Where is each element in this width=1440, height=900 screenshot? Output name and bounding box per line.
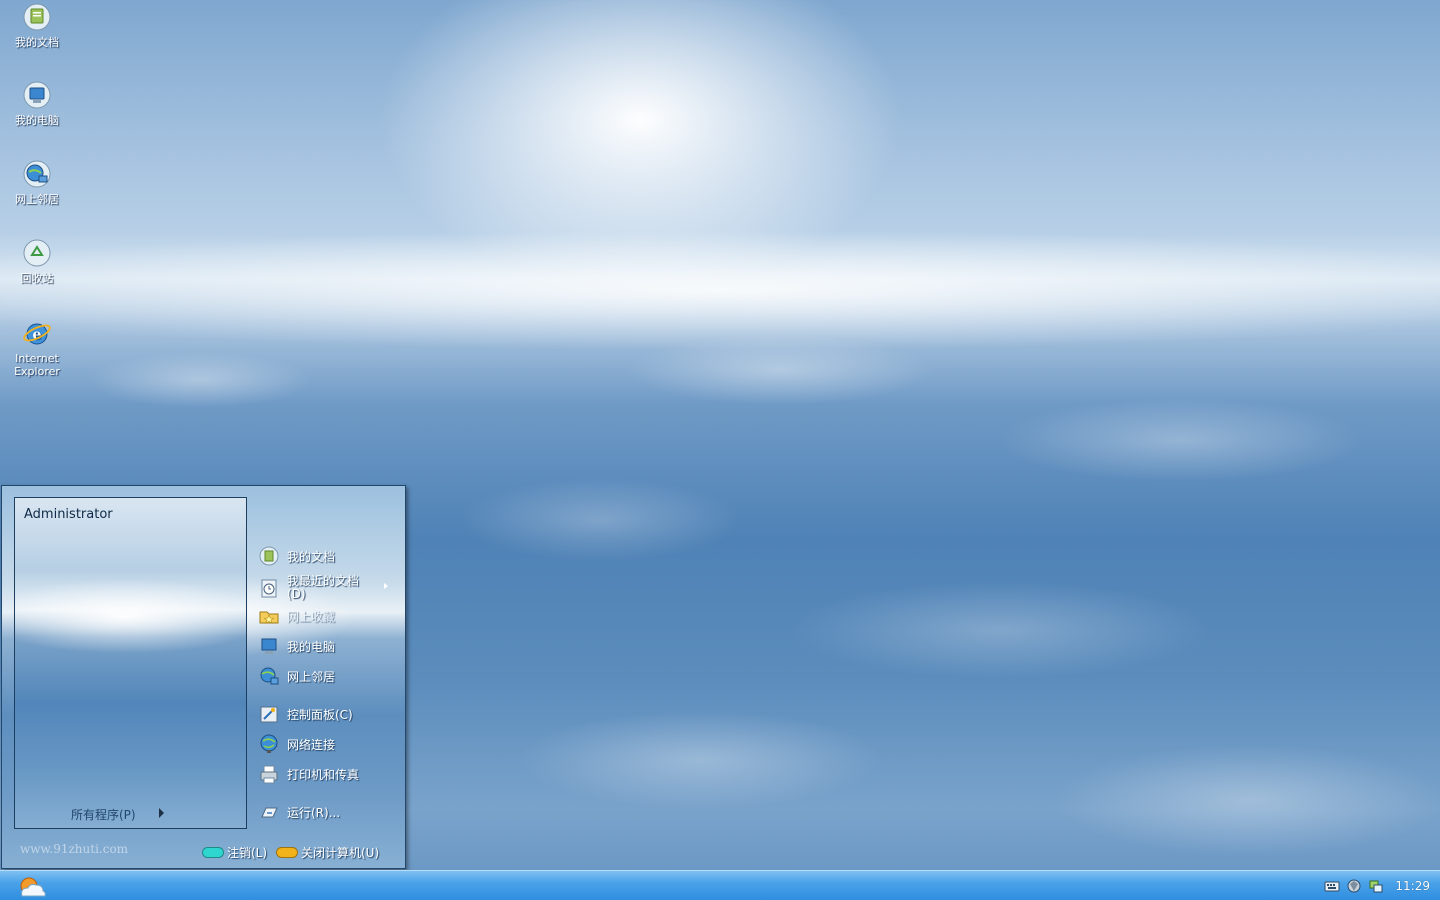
desktop-icon-recycle-bin[interactable]: 回收站 xyxy=(6,238,68,285)
start-item-recent-documents[interactable]: 我最近的文档 (D) xyxy=(258,574,359,602)
network-places-icon xyxy=(23,160,51,188)
chevron-right-icon xyxy=(159,808,164,818)
control-panel-icon xyxy=(260,706,278,723)
desktop-icon-label: Internet Explorer xyxy=(14,352,60,378)
start-item-label: 我的电脑 xyxy=(287,639,336,654)
security-shield-icon[interactable] xyxy=(1346,878,1362,894)
logoff-icon xyxy=(202,847,224,858)
system-tray: 11:29 xyxy=(1321,871,1440,900)
taskbar: 11:29 xyxy=(0,870,1440,900)
watermark-text: www.91zhuti.com xyxy=(20,842,129,856)
start-item-label: 打印机和传真 xyxy=(287,767,360,782)
start-item-favorites[interactable]: 网上收藏 xyxy=(258,604,335,628)
start-item-label: 控制面板(C) xyxy=(287,707,353,722)
my-computer-icon xyxy=(23,81,51,109)
logoff-label: 注销(L) xyxy=(227,846,268,860)
desktop-icon-label: 我的电脑 xyxy=(15,114,59,127)
recycle-bin-icon xyxy=(23,239,51,267)
desktop-icon-network-places[interactable]: 网上邻居 xyxy=(6,159,68,206)
printers-icon xyxy=(260,765,278,784)
internet-explorer-icon: e xyxy=(23,323,51,345)
my-documents-icon xyxy=(23,3,51,31)
start-item-label: 网上邻居 xyxy=(287,669,336,684)
keyboard-icon[interactable] xyxy=(1324,878,1340,894)
start-item-label: 网络连接 xyxy=(287,737,336,752)
my-documents-icon xyxy=(259,546,279,566)
network-status-icon[interactable] xyxy=(1368,878,1384,894)
start-item-label: 我的文档 xyxy=(287,549,336,564)
all-programs-button[interactable]: 所有程序(P) xyxy=(71,806,136,823)
favorites-folder-icon xyxy=(259,611,279,624)
start-item-label-shortcut: (D) xyxy=(287,587,306,601)
start-menu: Administrator 所有程序(P) www.91zhuti.com 注销… xyxy=(1,485,406,869)
network-places-icon xyxy=(260,667,279,685)
recent-documents-icon xyxy=(261,579,277,598)
submenu-arrow-icon xyxy=(384,583,388,589)
start-button[interactable] xyxy=(16,874,48,900)
shutdown-button[interactable]: 关闭计算机(U) xyxy=(276,844,379,861)
logoff-button[interactable]: 注销(L) xyxy=(202,844,267,861)
start-item-my-documents[interactable]: 我的文档 xyxy=(258,544,335,568)
desktop-icon-my-computer[interactable]: 我的电脑 xyxy=(6,80,68,127)
desktop-icon-label: 网上邻居 xyxy=(15,193,59,206)
start-item-my-computer[interactable]: 我的电脑 xyxy=(258,634,335,658)
start-item-label: 我最近的文档 xyxy=(287,574,360,588)
shutdown-icon xyxy=(276,847,298,858)
my-computer-icon xyxy=(261,638,277,654)
start-item-network-connections[interactable]: 网络连接 xyxy=(258,732,335,756)
taskbar-clock[interactable]: 11:29 xyxy=(1395,879,1430,893)
start-item-network-places[interactable]: 网上邻居 xyxy=(258,664,335,688)
user-name: Administrator xyxy=(24,507,113,522)
start-item-label: 网上收藏 xyxy=(287,609,336,624)
desktop-icon-label: 回收站 xyxy=(20,272,54,285)
shutdown-label: 关闭计算机(U) xyxy=(301,846,380,860)
start-menu-left-panel: Administrator 所有程序(P) xyxy=(14,497,247,829)
start-item-printers[interactable]: 打印机和传真 xyxy=(258,762,359,786)
start-item-control-panel[interactable]: 控制面板(C) xyxy=(258,702,353,726)
start-item-label: 运行(R)... xyxy=(287,805,341,820)
start-item-run[interactable]: 运行(R)... xyxy=(258,800,340,824)
desktop-icon-label: 我的文档 xyxy=(15,36,59,49)
network-connections-icon xyxy=(260,734,278,753)
desktop-icon-internet-explorer[interactable]: e Internet Explorer xyxy=(6,318,68,378)
desktop-icon-my-documents[interactable]: 我的文档 xyxy=(6,2,68,49)
run-icon xyxy=(261,807,278,818)
